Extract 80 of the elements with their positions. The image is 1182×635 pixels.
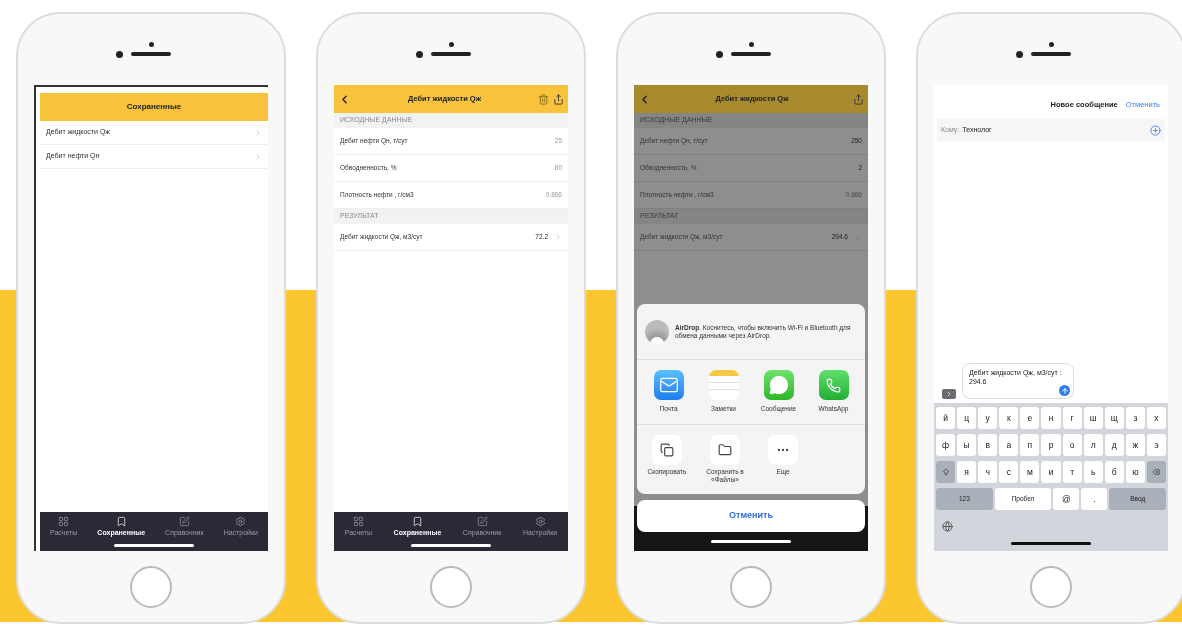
key[interactable]: щ bbox=[1104, 407, 1124, 429]
speaker-icon bbox=[1031, 52, 1071, 56]
key[interactable]: у bbox=[978, 407, 998, 429]
key[interactable]: н bbox=[1041, 407, 1061, 429]
pencil-square-icon bbox=[476, 515, 488, 527]
key[interactable]: ш bbox=[1083, 407, 1103, 429]
key[interactable]: э bbox=[1146, 434, 1167, 456]
key[interactable]: м bbox=[1020, 461, 1040, 483]
home-button[interactable] bbox=[1030, 565, 1072, 608]
key[interactable]: @ bbox=[1053, 488, 1080, 510]
expand-icon[interactable] bbox=[942, 389, 956, 399]
cancel-button[interactable]: Отменить bbox=[637, 500, 865, 532]
folder-icon bbox=[710, 435, 740, 465]
share-icon[interactable] bbox=[553, 93, 564, 105]
key[interactable]: х bbox=[1146, 407, 1167, 429]
key[interactable]: ц bbox=[957, 407, 977, 429]
key[interactable]: о bbox=[1062, 434, 1082, 456]
key[interactable]: ж bbox=[1125, 434, 1145, 456]
camera-icon bbox=[116, 50, 123, 58]
more-icon bbox=[768, 435, 798, 465]
speaker-icon bbox=[431, 52, 471, 56]
add-contact-icon[interactable] bbox=[1150, 124, 1161, 136]
key[interactable]: р bbox=[1041, 434, 1061, 456]
key[interactable]: л bbox=[1083, 434, 1103, 456]
copy-icon bbox=[652, 435, 682, 465]
speaker-icon bbox=[731, 52, 771, 56]
grid-icon bbox=[58, 515, 70, 527]
key[interactable]: д bbox=[1104, 434, 1124, 456]
airdrop-icon[interactable] bbox=[645, 319, 669, 344]
shift-icon bbox=[941, 468, 950, 476]
key[interactable]: и bbox=[1041, 461, 1061, 483]
key[interactable]: ф bbox=[936, 434, 956, 456]
delete-key[interactable] bbox=[1146, 461, 1167, 483]
key[interactable]: ь bbox=[1083, 461, 1103, 483]
bookmark-icon bbox=[411, 515, 423, 527]
key[interactable]: й bbox=[936, 407, 956, 429]
notes-app-icon[interactable] bbox=[708, 370, 739, 401]
camera-icon bbox=[448, 41, 454, 47]
key[interactable]: б bbox=[1104, 461, 1124, 483]
key[interactable]: т bbox=[1062, 461, 1082, 483]
camera-icon bbox=[1048, 41, 1054, 47]
key[interactable]: п bbox=[1020, 434, 1040, 456]
globe-icon[interactable] bbox=[942, 520, 953, 532]
home-button[interactable] bbox=[430, 565, 472, 608]
key[interactable]: . bbox=[1081, 488, 1108, 510]
camera-icon bbox=[1016, 50, 1023, 58]
grid-icon bbox=[352, 515, 364, 527]
key[interactable]: ю bbox=[1125, 461, 1145, 483]
phone-chat-app-icon[interactable] bbox=[818, 370, 849, 401]
key[interactable]: г bbox=[1062, 407, 1082, 429]
key[interactable]: з bbox=[1125, 407, 1145, 429]
message-app-icon[interactable] bbox=[763, 370, 794, 401]
backspace-icon bbox=[1152, 468, 1161, 476]
key[interactable]: к bbox=[999, 407, 1019, 429]
key[interactable]: я bbox=[957, 461, 977, 483]
home-button[interactable] bbox=[130, 565, 172, 608]
bookmark-icon bbox=[115, 515, 127, 527]
camera-icon bbox=[416, 50, 423, 58]
camera-icon bbox=[148, 41, 154, 47]
speaker-icon bbox=[131, 52, 171, 56]
camera-icon bbox=[716, 50, 723, 58]
chevron-icon bbox=[254, 128, 262, 137]
gear-icon bbox=[534, 515, 546, 527]
home-button[interactable] bbox=[730, 565, 772, 608]
key[interactable]: в bbox=[978, 434, 998, 456]
key[interactable]: а bbox=[999, 434, 1019, 456]
camera-icon bbox=[748, 41, 754, 47]
key[interactable]: ы bbox=[957, 434, 977, 456]
key[interactable]: с bbox=[999, 461, 1019, 483]
mail-app-icon[interactable] bbox=[653, 370, 684, 401]
shift-key[interactable] bbox=[936, 461, 956, 483]
chevron-icon[interactable] bbox=[554, 233, 562, 241]
header-title: Сохраненные bbox=[126, 101, 182, 113]
pencil-square-icon bbox=[178, 515, 190, 527]
gear-icon bbox=[235, 515, 247, 527]
chevron-icon bbox=[254, 152, 262, 161]
key[interactable]: ч bbox=[978, 461, 998, 483]
share-icon[interactable] bbox=[853, 93, 864, 105]
key[interactable]: е bbox=[1020, 407, 1040, 429]
send-icon[interactable] bbox=[1059, 385, 1070, 396]
